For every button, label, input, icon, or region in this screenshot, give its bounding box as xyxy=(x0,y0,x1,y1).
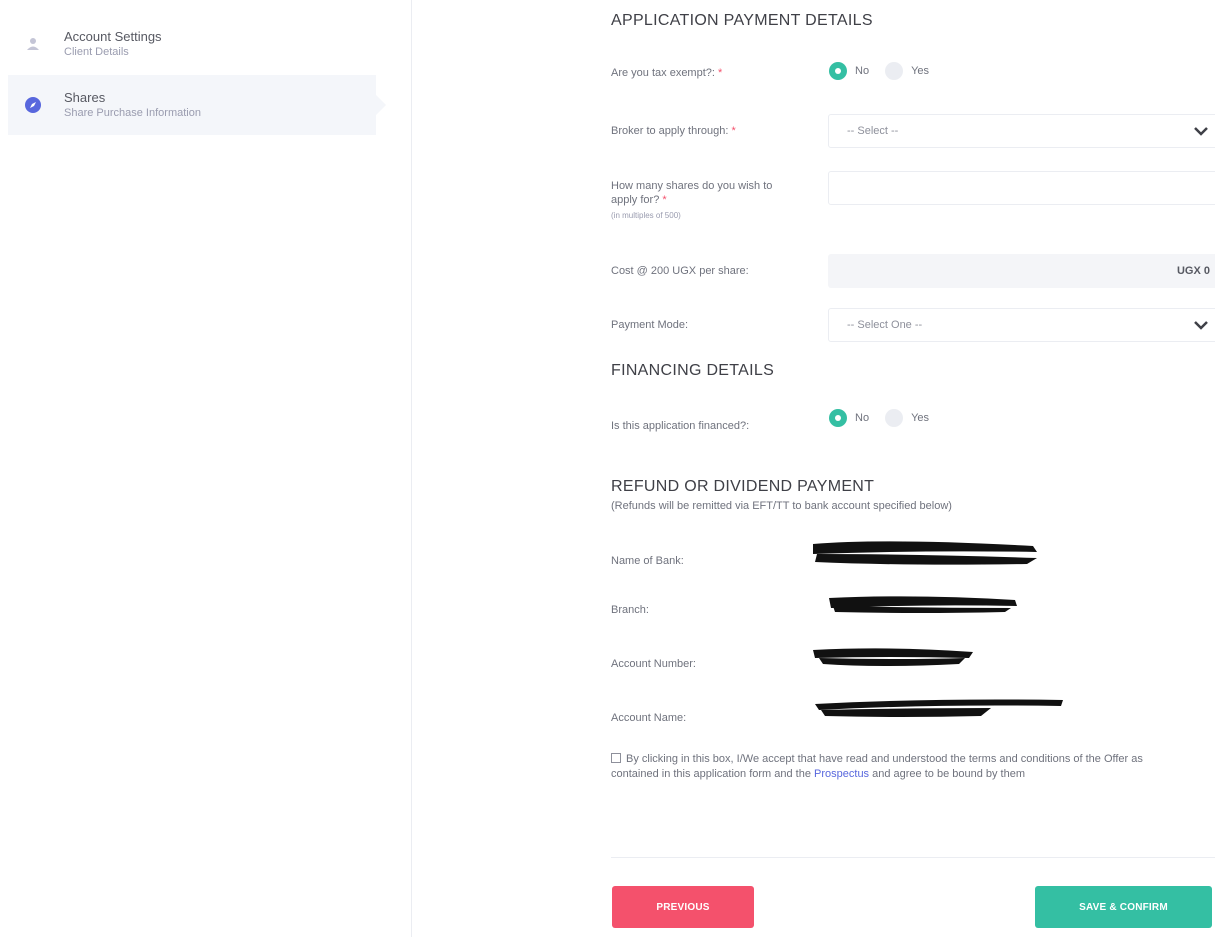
prospectus-link[interactable]: Prospectus xyxy=(814,768,869,780)
tax-exempt-radio-group: No Yes xyxy=(829,62,945,80)
account-name-label: Account Name: xyxy=(611,712,687,724)
financed-yes-radio[interactable] xyxy=(885,409,904,427)
previous-button[interactable]: PREVIOUS xyxy=(612,886,754,928)
sidebar-item-shares[interactable]: Shares Share Purchase Information xyxy=(8,75,386,135)
section-title-payment: APPLICATION PAYMENT DETAILS xyxy=(611,12,873,29)
payment-mode-select[interactable]: -- Select One -- xyxy=(828,308,1215,342)
tax-exempt-yes-radio[interactable] xyxy=(885,62,904,80)
redacted-account-number xyxy=(813,648,973,666)
section-title-refund: REFUND OR DIVIDEND PAYMENT xyxy=(611,478,875,495)
shares-label: How many shares do you wish to apply for… xyxy=(611,179,791,223)
shares-hint: (in multiples of 500) xyxy=(611,211,681,220)
refund-note: (Refunds will be remitted via EFT/TT to … xyxy=(611,500,952,512)
account-number-label: Account Number: xyxy=(611,658,696,670)
sidebar-item-subtitle: Share Purchase Information xyxy=(64,107,201,119)
chevron-down-icon xyxy=(1194,127,1208,136)
bank-name-label: Name of Bank: xyxy=(611,555,684,567)
financed-no-radio[interactable] xyxy=(829,409,847,427)
broker-label: Broker to apply through: * xyxy=(611,125,736,137)
tax-exempt-label: Are you tax exempt?: * xyxy=(611,67,723,79)
payment-mode-select-value: -- Select One -- xyxy=(847,319,923,331)
radio-label-no: No xyxy=(855,412,870,424)
share-purchase-form: APPLICATION PAYMENT DETAILS Are you tax … xyxy=(611,0,1215,937)
financed-label: Is this application financed?: xyxy=(611,420,750,432)
broker-select-value: -- Select -- xyxy=(847,125,899,137)
payment-mode-label: Payment Mode: xyxy=(611,319,689,331)
sidebar-item-account-settings[interactable]: Account Settings Client Details xyxy=(8,14,376,74)
terms-checkbox[interactable] xyxy=(611,753,621,763)
branch-label: Branch: xyxy=(611,604,649,616)
terms-text-after: and agree to be bound by them xyxy=(869,768,1026,780)
radio-label-no: No xyxy=(855,65,870,77)
financed-radio-group: No Yes xyxy=(829,409,945,427)
cost-display: UGX 0 xyxy=(828,254,1215,288)
cost-label: Cost @ 200 UGX per share: xyxy=(611,265,749,277)
broker-select[interactable]: -- Select -- xyxy=(828,114,1215,148)
user-icon xyxy=(23,34,43,54)
terms-consent: By clicking in this box, I/We accept tha… xyxy=(611,752,1191,782)
redacted-branch xyxy=(829,596,1017,613)
radio-label-yes: Yes xyxy=(911,412,930,424)
save-confirm-button[interactable]: SAVE & CONFIRM xyxy=(1035,886,1212,928)
form-divider xyxy=(611,857,1215,858)
compass-icon xyxy=(23,95,43,115)
chevron-down-icon xyxy=(1194,321,1208,330)
shares-input[interactable] xyxy=(828,171,1215,205)
redacted-account-name xyxy=(815,699,1063,717)
sidebar-item-title: Account Settings xyxy=(64,29,162,44)
redacted-bank-name xyxy=(813,541,1037,565)
radio-label-yes: Yes xyxy=(911,65,930,77)
cost-value: UGX 0 xyxy=(1176,265,1210,277)
tax-exempt-no-radio[interactable] xyxy=(829,62,847,80)
sidebar-item-subtitle: Client Details xyxy=(64,46,129,58)
section-title-financing: FINANCING DETAILS xyxy=(611,362,775,379)
sidebar-item-title: Shares xyxy=(64,90,106,105)
sidebar: Account Settings Client Details Shares S… xyxy=(0,0,412,937)
